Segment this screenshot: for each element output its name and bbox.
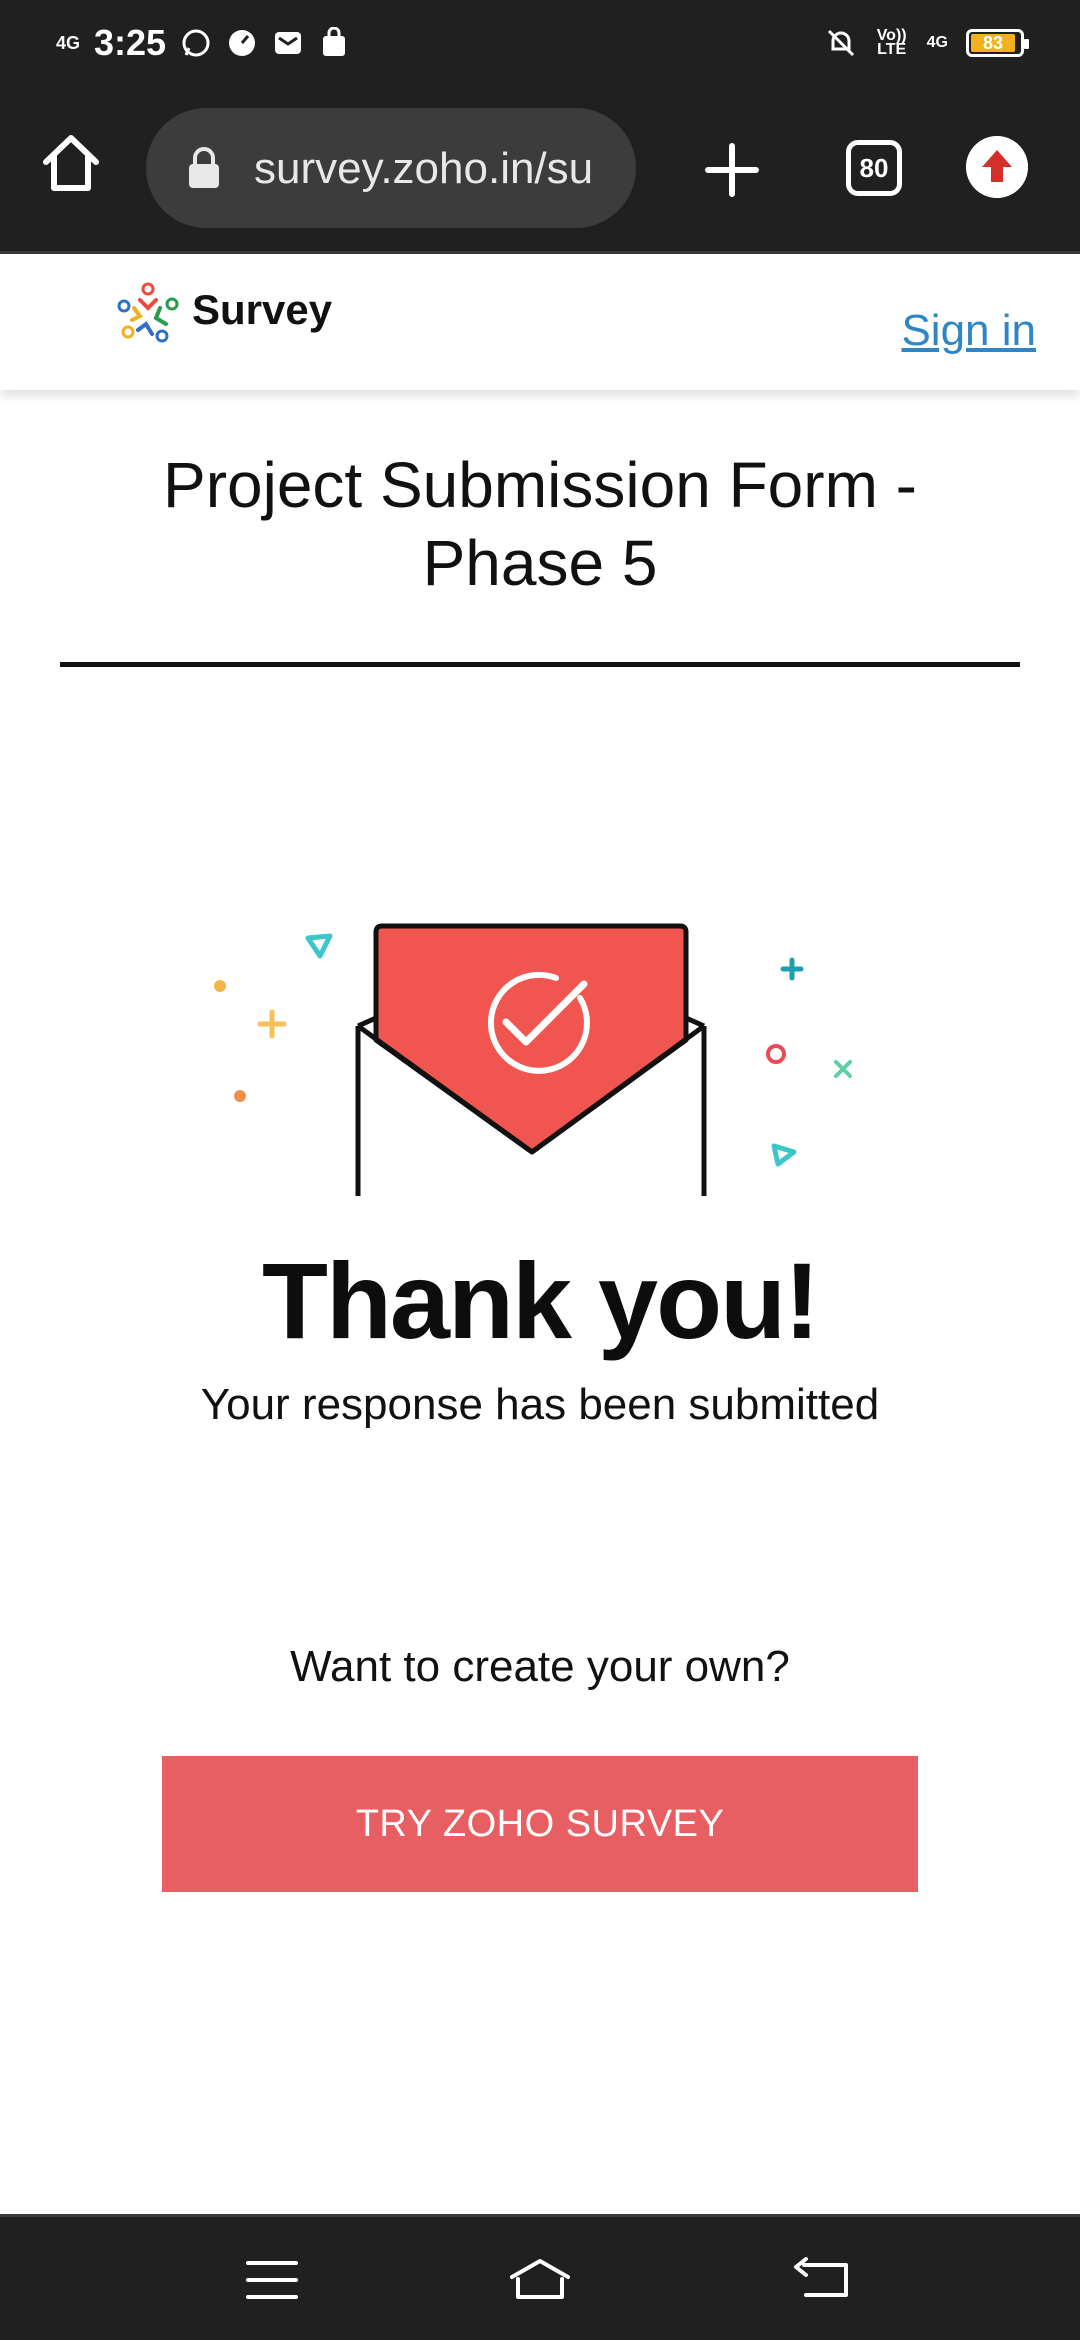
thank-you-heading: Thank you! xyxy=(261,1240,820,1361)
sign-in-link[interactable]: Sign in xyxy=(901,306,1036,356)
home-nav-icon[interactable] xyxy=(508,2255,572,2305)
tab-switcher-button[interactable]: 80 xyxy=(846,140,902,196)
confetti-plus xyxy=(257,1009,287,1039)
confetti-triangle xyxy=(305,933,333,959)
clock: 3:25 xyxy=(94,22,167,63)
status-bar: 4G 3:25 Vo)) LTE 4G 83 xyxy=(0,0,1080,86)
mute-icon xyxy=(827,29,854,57)
title-divider xyxy=(60,662,1020,667)
confetti-triangle xyxy=(771,1143,797,1167)
new-tab-icon[interactable] xyxy=(704,142,760,198)
submission-message: Your response has been submitted xyxy=(200,1380,880,1429)
volte-indicator: Vo)) LTE xyxy=(876,27,907,58)
promo-prompt: Want to create your own? xyxy=(290,1642,790,1691)
home-icon[interactable] xyxy=(36,128,106,198)
system-nav-bar xyxy=(0,2214,1080,2340)
zoho-survey-logo-icon[interactable] xyxy=(116,280,180,344)
envelope-check-illustration xyxy=(214,923,852,1196)
confetti-x xyxy=(834,1060,852,1078)
network-indicator: 4G xyxy=(56,33,81,53)
menu-icon[interactable] xyxy=(240,2255,304,2305)
battery-icon: 83 xyxy=(966,29,1029,57)
back-icon[interactable] xyxy=(790,2255,854,2305)
battery-level: 83 xyxy=(971,33,1015,53)
status-right: Vo)) LTE 4G 83 xyxy=(825,22,1029,64)
browser-toolbar: survey.zoho.in/su 80 xyxy=(0,86,1080,254)
url-bar[interactable]: survey.zoho.in/su xyxy=(146,108,636,228)
update-icon[interactable] xyxy=(966,136,1028,198)
shopping-bag-icon xyxy=(323,27,346,56)
network-indicator-2: 4G xyxy=(926,34,948,51)
mail-icon xyxy=(275,32,302,54)
site-header: Survey Sign in xyxy=(0,254,1080,390)
try-zoho-survey-button[interactable]: TRY ZOHO SURVEY xyxy=(162,1756,918,1892)
confetti-plus xyxy=(780,957,804,981)
brand-name: Survey xyxy=(192,286,333,333)
confetti-ring xyxy=(766,1044,786,1064)
status-left: 4G 3:25 xyxy=(56,18,350,68)
whatsapp-icon xyxy=(182,29,210,57)
lock-icon xyxy=(189,147,219,188)
page-title: Project Submission Form - Phase 5 xyxy=(163,449,917,599)
confetti-dot xyxy=(214,980,226,992)
url-text[interactable]: survey.zoho.in/su xyxy=(254,142,620,196)
confetti-dot xyxy=(234,1090,246,1102)
speedometer-icon xyxy=(229,30,256,56)
